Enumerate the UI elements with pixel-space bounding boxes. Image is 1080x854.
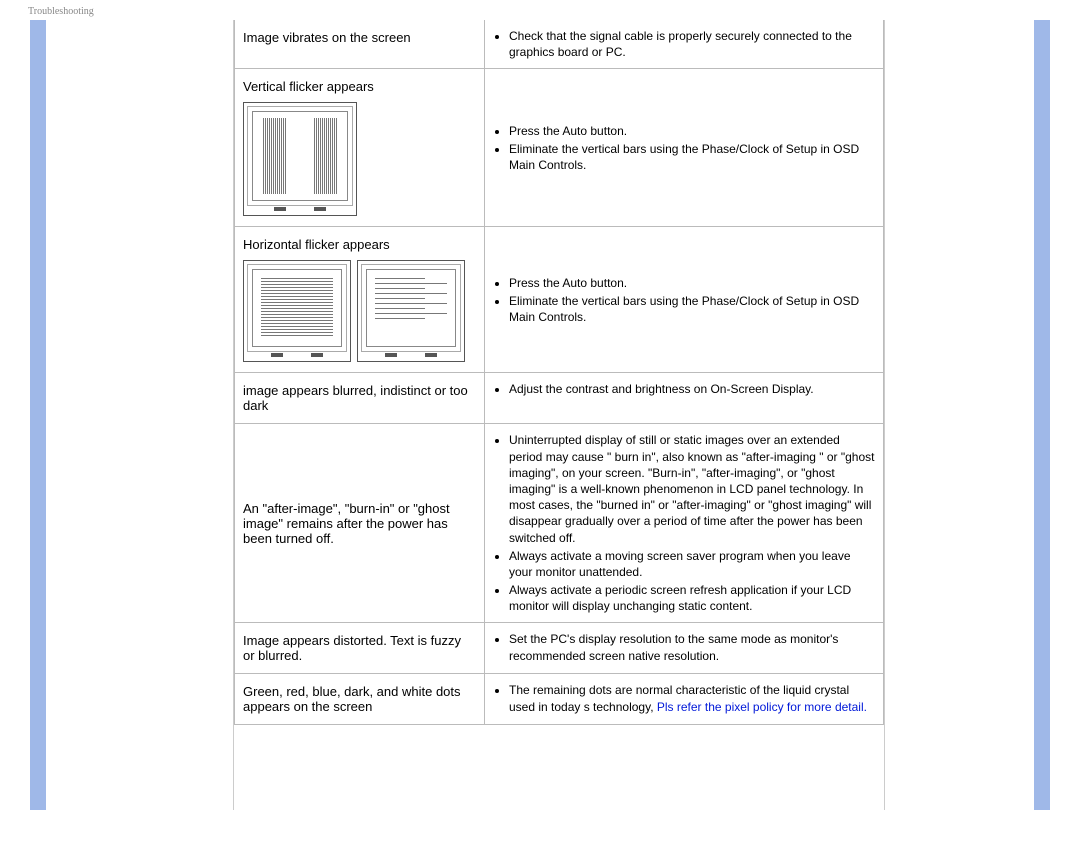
list-item: Always activate a periodic screen refres… — [509, 582, 875, 614]
list-item: Always activate a moving screen saver pr… — [509, 548, 875, 580]
table-row: Green, red, blue, dark, and white dots a… — [235, 674, 884, 725]
issue-cell: image appears blurred, indistinct or too… — [235, 373, 485, 424]
left-blue-bar — [30, 20, 46, 810]
table-row: Horizontal flicker appears — [235, 227, 884, 373]
left-nav-spacer — [46, 20, 234, 810]
list-item: Press the Auto button. — [509, 123, 875, 139]
issue-cell: An "after-image", "burn-in" or "ghost im… — [235, 424, 485, 623]
monitor-icon — [243, 260, 351, 362]
list-item: Uninterrupted display of still or static… — [509, 432, 875, 545]
table-row: Image vibrates on the screen Check that … — [235, 20, 884, 69]
list-item: Set the PC's display resolution to the s… — [509, 631, 875, 663]
solution-list: Press the Auto button. Eliminate the ver… — [509, 123, 875, 174]
solution-list: Press the Auto button. Eliminate the ver… — [509, 275, 875, 326]
solution-list: The remaining dots are normal characteri… — [509, 682, 875, 714]
solution-cell: Check that the signal cable is properly … — [485, 20, 884, 69]
solution-list: Adjust the contrast and brightness on On… — [509, 381, 875, 397]
list-item: Adjust the contrast and brightness on On… — [509, 381, 875, 397]
issue-cell: Image vibrates on the screen — [235, 20, 485, 69]
horizontal-flicker-illustration — [243, 260, 476, 362]
issue-label: Horizontal flicker appears — [243, 237, 390, 252]
pixel-policy-link[interactable]: Pls refer the pixel policy for more deta… — [657, 700, 867, 714]
solution-list: Check that the signal cable is properly … — [509, 28, 875, 60]
solution-cell: Press the Auto button. Eliminate the ver… — [485, 227, 884, 373]
monitor-icon — [243, 102, 357, 216]
list-item: Eliminate the vertical bars using the Ph… — [509, 141, 875, 173]
solution-list: Set the PC's display resolution to the s… — [509, 631, 875, 663]
issue-cell: Image appears distorted. Text is fuzzy o… — [235, 623, 485, 674]
list-item: Eliminate the vertical bars using the Ph… — [509, 293, 875, 325]
issue-label: Vertical flicker appears — [243, 79, 374, 94]
vertical-flicker-illustration — [243, 102, 476, 216]
solution-cell: The remaining dots are normal characteri… — [485, 674, 884, 725]
troubleshooting-table: Image vibrates on the screen Check that … — [234, 20, 884, 725]
issue-cell: Horizontal flicker appears — [235, 227, 485, 373]
right-spacer — [884, 20, 1034, 810]
list-item: Check that the signal cable is properly … — [509, 28, 875, 60]
issue-cell: Vertical flicker appears — [235, 69, 485, 227]
page-body: Image vibrates on the screen Check that … — [30, 20, 1050, 810]
solution-cell: Set the PC's display resolution to the s… — [485, 623, 884, 674]
solution-list: Uninterrupted display of still or static… — [509, 432, 875, 614]
list-item: The remaining dots are normal characteri… — [509, 682, 875, 714]
issue-cell: Green, red, blue, dark, and white dots a… — [235, 674, 485, 725]
list-item: Press the Auto button. — [509, 275, 875, 291]
table-row: image appears blurred, indistinct or too… — [235, 373, 884, 424]
solution-cell: Uninterrupted display of still or static… — [485, 424, 884, 623]
table-row: Image appears distorted. Text is fuzzy o… — [235, 623, 884, 674]
table-row: An "after-image", "burn-in" or "ghost im… — [235, 424, 884, 623]
solution-cell: Adjust the contrast and brightness on On… — [485, 373, 884, 424]
monitor-icon — [357, 260, 465, 362]
table-row: Vertical flicker appears — [235, 69, 884, 227]
right-blue-bar — [1034, 20, 1050, 810]
page-header-label: Troubleshooting — [28, 6, 94, 17]
content-area: Image vibrates on the screen Check that … — [234, 20, 884, 810]
solution-cell: Press the Auto button. Eliminate the ver… — [485, 69, 884, 227]
